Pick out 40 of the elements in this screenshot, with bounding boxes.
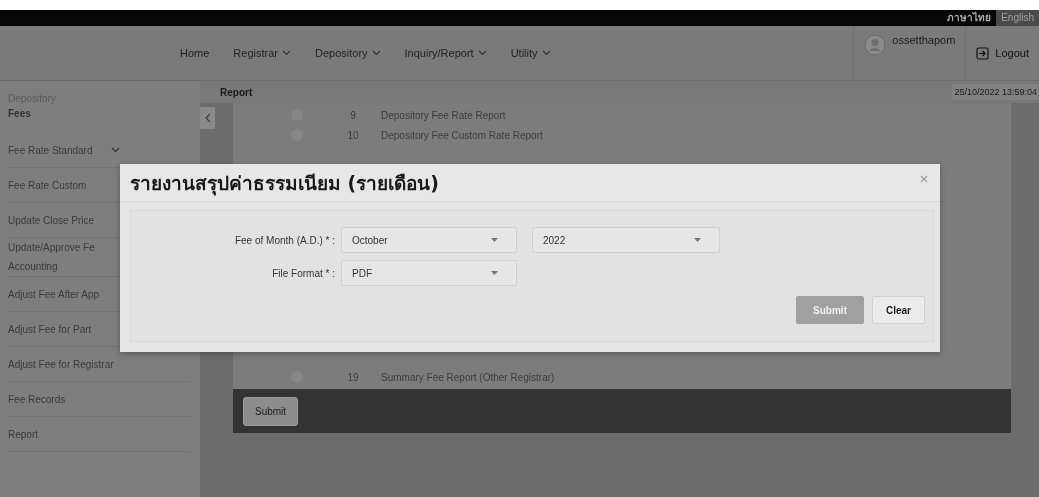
nav-item[interactable]: Home bbox=[180, 47, 210, 59]
chevron-down-icon bbox=[281, 50, 291, 56]
nav-item[interactable]: Inquiry/Report bbox=[404, 47, 487, 59]
field-label: File Format * : bbox=[271, 267, 335, 279]
sidebar-item[interactable]: Report bbox=[8, 417, 190, 452]
caret-icon bbox=[694, 238, 701, 242]
language-option[interactable]: ภาษาไทย bbox=[942, 10, 997, 26]
username: ossetthapom bbox=[892, 34, 956, 46]
caret-icon bbox=[491, 238, 498, 242]
nav-item[interactable]: Depository bbox=[314, 47, 381, 59]
clear-button[interactable]: Clear bbox=[872, 296, 925, 324]
nav-item[interactable]: Registrar bbox=[233, 47, 291, 59]
avatar-icon bbox=[864, 34, 887, 56]
close-button[interactable] bbox=[920, 174, 928, 183]
row-number: 19 bbox=[346, 371, 360, 383]
language-option[interactable]: English bbox=[996, 10, 1039, 26]
collapse-button[interactable] bbox=[200, 107, 215, 129]
nav-item[interactable]: Utility bbox=[510, 47, 551, 59]
chevron-left-icon bbox=[203, 113, 212, 123]
chevron-down-icon bbox=[541, 50, 551, 56]
select-field[interactable]: PDF bbox=[341, 260, 517, 286]
chevron-down-icon bbox=[477, 50, 487, 56]
chevron-down-icon bbox=[111, 147, 121, 153]
report-name: Depository Fee Custom Rate Report bbox=[381, 129, 543, 141]
select-field[interactable]: 2022 bbox=[532, 227, 720, 253]
row-number: 10 bbox=[346, 129, 360, 141]
breadcrumb: Report bbox=[220, 86, 253, 98]
report-name: Summary Fee Report (Other Registrar) bbox=[381, 371, 555, 383]
sidebar-title: Fees bbox=[8, 108, 32, 119]
logout-icon bbox=[976, 46, 990, 60]
date-time: 25/10/2022 13:59:04 bbox=[952, 84, 1039, 100]
logout-button[interactable]: Logout bbox=[976, 46, 1029, 60]
close-icon bbox=[920, 174, 928, 183]
report-name: Depository Fee Rate Report bbox=[381, 109, 506, 121]
sidebar-item[interactable]: Fee Records bbox=[8, 382, 190, 417]
chevron-down-icon bbox=[371, 50, 381, 56]
select-field[interactable]: October bbox=[341, 227, 517, 253]
submit-button[interactable]: Submit bbox=[243, 396, 299, 426]
field-label: Fee of Month (A.D.) * : bbox=[233, 234, 335, 246]
caret-icon bbox=[491, 271, 498, 275]
